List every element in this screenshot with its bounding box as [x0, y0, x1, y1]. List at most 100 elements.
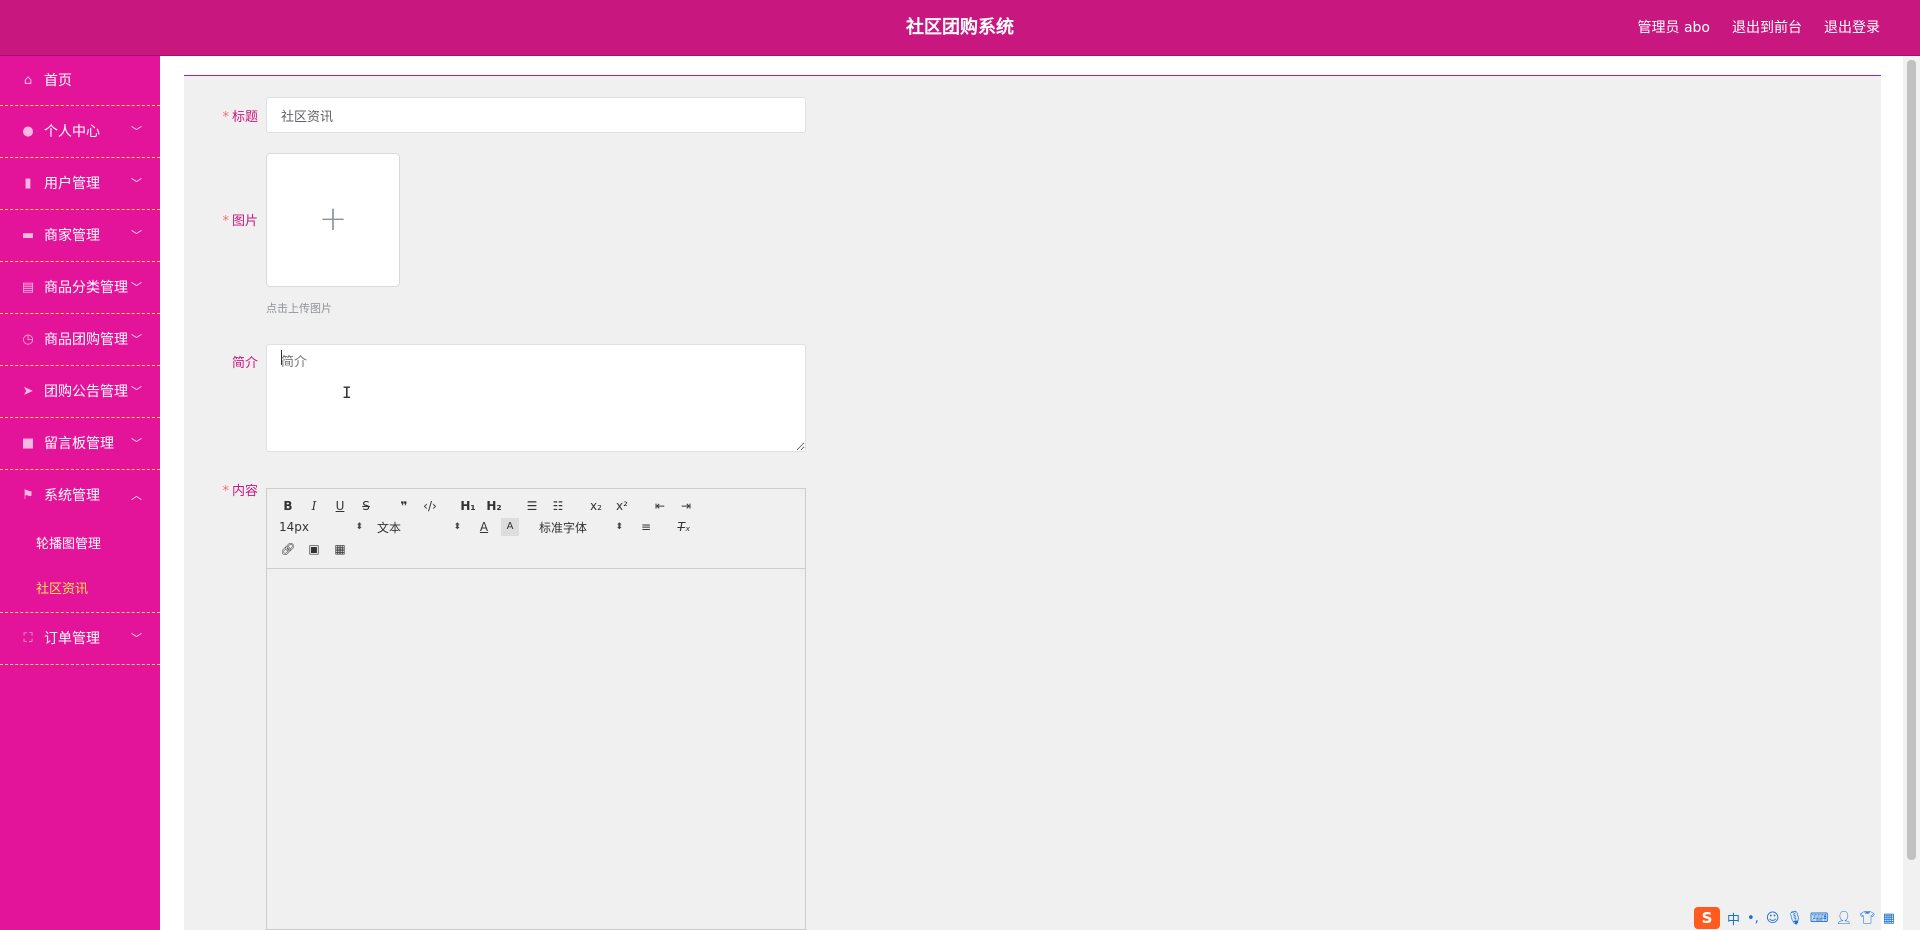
sidebar-item-label: 商品团购管理	[44, 332, 128, 348]
ime-mode[interactable]: 中	[1727, 909, 1740, 928]
strikethrough-icon[interactable]: S	[357, 497, 375, 515]
chevron-down-icon: ﹀	[131, 437, 142, 450]
bullet-list-icon[interactable]: ☷	[549, 497, 567, 515]
video-icon[interactable]: ▦	[331, 540, 349, 558]
sidebar-item-personal-center[interactable]: ● 个人中心 ﹀	[0, 106, 160, 158]
sogou-logo-icon[interactable]: S	[1694, 907, 1720, 929]
heading-2-icon[interactable]: H₂	[485, 497, 503, 515]
font-size-value: 14px	[279, 520, 309, 534]
chevron-down-icon: ﹀	[131, 281, 142, 294]
font-size-select[interactable]: 14px ⬍	[279, 518, 363, 536]
sidebar-item-label: 系统管理	[44, 488, 100, 504]
italic-icon[interactable]: I	[305, 497, 323, 515]
scrollbar-thumb[interactable]	[1907, 60, 1916, 860]
image-label: * 图片	[184, 210, 258, 229]
sidebar-item-category-management[interactable]: ▤ 商品分类管理 ﹀	[0, 262, 160, 314]
sidebar-item-user-management[interactable]: ▮ 用户管理 ﹀	[0, 158, 160, 210]
keyboard-icon[interactable]: ⌨	[1810, 911, 1829, 926]
sidebar-item-merchant-management[interactable]: ▬ 商家管理 ﹀	[0, 210, 160, 262]
bold-icon[interactable]: B	[279, 497, 297, 515]
font-family-value: 标准字体	[539, 520, 588, 535]
punctuation-icon[interactable]: •,	[1747, 911, 1759, 926]
sidebar-item-home[interactable]: ⌂ 首页	[0, 56, 160, 106]
text-caret	[281, 350, 282, 365]
clipboard-icon: ▤	[21, 280, 35, 295]
page-scrollbar[interactable]	[1903, 56, 1920, 930]
rich-text-editor: B I U S ❞ ‹/› H₁ H₂ ☰ ☷ x₂ x² ⇤ ⇥ 14px ⬍…	[266, 488, 806, 930]
text-cursor-icon: I	[342, 383, 352, 402]
intro-label: 简介	[184, 352, 258, 371]
select-arrows-icon: ⬍	[615, 522, 623, 532]
home-icon: ⌂	[23, 73, 33, 88]
chevron-down-icon: ﹀	[131, 177, 142, 190]
sidebar-item-label: 用户管理	[44, 176, 100, 192]
ordered-list-icon[interactable]: ☰	[523, 497, 541, 515]
required-mark: *	[222, 110, 229, 125]
align-icon[interactable]: ≡	[637, 518, 655, 536]
outdent-icon[interactable]: ⇤	[651, 497, 669, 515]
skin-icon[interactable]: 👕︎	[1859, 911, 1876, 926]
image-icon[interactable]: ▣	[305, 540, 323, 558]
ime-tray: S 中 •, ☺ 🎙︎ ⌨ 👤︎ 👕︎ ▦	[1694, 906, 1895, 930]
chevron-up-icon: ︿	[131, 489, 142, 502]
sidebar-item-label: 首页	[44, 73, 72, 89]
chevron-down-icon: ﹀	[131, 229, 142, 242]
text-type-select[interactable]: 文本 ⬍	[377, 518, 461, 536]
microphone-icon[interactable]: 🎙︎	[1786, 911, 1803, 926]
logout-link[interactable]: 退出登录	[1824, 0, 1880, 56]
indent-icon[interactable]: ⇥	[677, 497, 695, 515]
select-arrows-icon: ⬍	[355, 522, 363, 532]
main-content: *标题 *图片 + 点击上传图片 简介 I *内容 B I U S ❞ ‹/› …	[184, 56, 1881, 930]
editor-toolbar: B I U S ❞ ‹/› H₁ H₂ ☰ ☷ x₂ x² ⇤ ⇥ 14px ⬍…	[267, 489, 805, 569]
text-type-value: 文本	[377, 520, 402, 535]
sidebar-item-message-board[interactable]: ■ 留言板管理 ﹀	[0, 418, 160, 470]
image-upload-box[interactable]: +	[266, 153, 400, 287]
editor-content-area[interactable]	[267, 569, 805, 929]
chevron-down-icon: ﹀	[131, 125, 142, 138]
clear-format-icon[interactable]: T̶ₓ	[675, 518, 693, 536]
intro-label-text: 简介	[231, 356, 258, 371]
chevron-down-icon: ﹀	[131, 333, 142, 346]
image-label-text: 图片	[231, 214, 258, 229]
person-icon[interactable]: 👤︎	[1836, 911, 1853, 926]
sidebar-item-notice-management[interactable]: ➤ 团购公告管理 ﹀	[0, 366, 160, 418]
upload-hint: 点击上传图片	[266, 302, 332, 315]
sidebar-subitem-community-news[interactable]: 社区资讯	[0, 567, 160, 612]
toolbar-row-1: B I U S ❞ ‹/› H₁ H₂ ☰ ☷ x₂ x² ⇤ ⇥	[279, 497, 703, 515]
font-color-icon[interactable]: A	[475, 518, 493, 536]
sidebar-item-label: 个人中心	[44, 124, 100, 140]
briefcase-icon: ▬	[21, 228, 35, 243]
sidebar-item-label: 商家管理	[44, 228, 100, 244]
code-block-icon[interactable]: ‹/›	[421, 497, 439, 515]
font-family-select[interactable]: 标准字体 ⬍	[539, 518, 623, 536]
message-icon: ■	[21, 436, 35, 451]
subscript-icon[interactable]: x₂	[587, 497, 605, 515]
grid-icon[interactable]: ▦	[1883, 911, 1895, 926]
heading-1-icon[interactable]: H₁	[459, 497, 477, 515]
title-input[interactable]	[266, 97, 806, 133]
sidebar-item-system-management[interactable]: ⚑ 系统管理 ︿	[0, 470, 160, 522]
superscript-icon[interactable]: x²	[613, 497, 631, 515]
content-label: * 内容	[184, 480, 258, 499]
header-actions: 管理员 abo 退出到前台 退出登录	[1638, 0, 1880, 56]
background-color-icon[interactable]: A	[501, 518, 519, 536]
sidebar-item-label: 订单管理	[44, 631, 100, 647]
link-icon[interactable]: 🔗︎	[279, 540, 297, 558]
sidebar-item-label: 商品分类管理	[44, 280, 128, 296]
content-label-text: 内容	[231, 484, 258, 499]
sidebar-item-groupbuy-management[interactable]: ◷ 商品团购管理 ﹀	[0, 314, 160, 366]
fullscreen-icon: ⛶	[23, 631, 33, 646]
sidebar: ⌂ 首页 ● 个人中心 ﹀ ▮ 用户管理 ﹀ ▬ 商家管理 ﹀ ▤ 商品分类管理…	[0, 56, 160, 930]
system-submenu: 轮播图管理 社区资讯	[0, 522, 160, 613]
blockquote-icon[interactable]: ❞	[395, 497, 413, 515]
required-mark: *	[222, 214, 229, 229]
user-icon: ●	[22, 124, 34, 139]
underline-icon[interactable]: U	[331, 497, 349, 515]
emoji-icon[interactable]: ☺	[1766, 911, 1780, 926]
back-to-front-link[interactable]: 退出到前台	[1732, 0, 1802, 56]
toolbar-row-2: 14px ⬍ 文本 ⬍ A A 标准字体 ⬍ ≡ T̶ₓ	[279, 518, 701, 536]
user-role: 管理员	[1637, 20, 1680, 36]
sidebar-subitem-carousel[interactable]: 轮播图管理	[0, 522, 160, 567]
plus-icon: +	[318, 199, 348, 239]
sidebar-item-order-management[interactable]: ⛶ 订单管理 ﹀	[0, 613, 160, 665]
